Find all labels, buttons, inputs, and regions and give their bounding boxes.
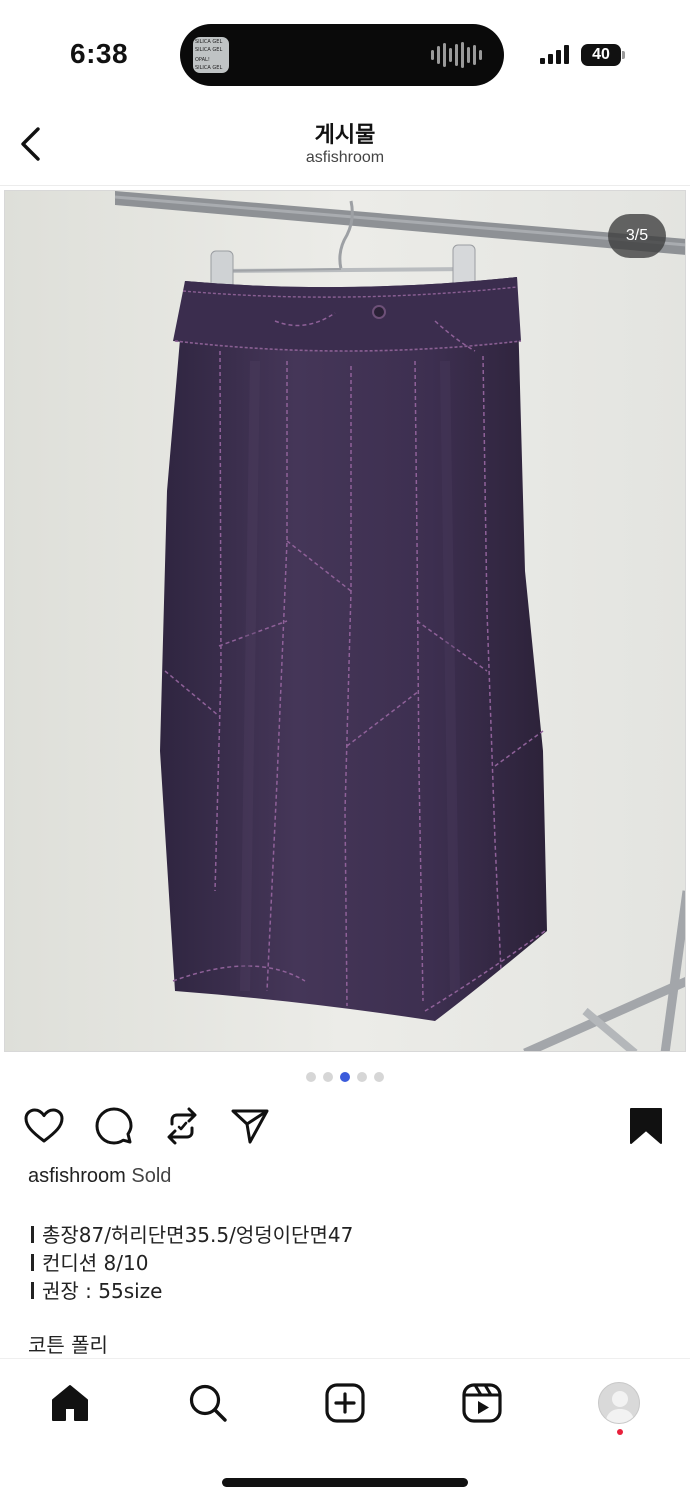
cellular-signal-icon — [540, 44, 569, 64]
post-image[interactable] — [4, 190, 686, 1052]
caption-bullet — [31, 1254, 34, 1271]
share-button[interactable] — [228, 1104, 272, 1148]
repost-icon — [167, 1107, 197, 1145]
comment-icon — [95, 1107, 133, 1145]
notification-dot — [617, 1429, 623, 1435]
nav-create[interactable] — [317, 1375, 373, 1431]
page-title: 게시물 — [314, 123, 376, 148]
post-header: 게시물 asfishroom — [0, 100, 690, 186]
nav-profile[interactable] — [591, 1375, 647, 1431]
caption-text: 총장87/허리단면35.5/엉덩이단면47 — [42, 1223, 354, 1247]
profile-avatar — [598, 1382, 640, 1424]
artwork-text-4: SILICA GEL — [195, 65, 223, 71]
artwork-text-1: SILICA GEL — [195, 39, 223, 45]
artwork-text-2: SILICA GEL — [195, 47, 223, 53]
caption-line-measurements: 총장87/허리단면35.5/엉덩이단면47 — [28, 1219, 353, 1248]
caption-status: Sold — [131, 1165, 172, 1187]
image-counter: 3/5 — [608, 214, 666, 258]
caption-username[interactable]: asfishroom — [28, 1165, 126, 1187]
carousel-dot-active — [340, 1072, 350, 1082]
reels-icon — [462, 1383, 502, 1423]
caption-line-size: 권장 : 55size — [28, 1275, 162, 1304]
caption-bullet — [31, 1226, 34, 1243]
create-icon — [325, 1383, 365, 1423]
search-icon — [189, 1384, 227, 1422]
comment-button[interactable] — [92, 1104, 136, 1148]
now-playing-artwork: SILICA GEL SILICA GEL OPAL! SILICA GEL — [193, 37, 229, 73]
carousel-dots — [0, 1072, 690, 1082]
save-button[interactable] — [624, 1104, 668, 1148]
audio-wave-icon — [431, 42, 482, 68]
skirt-photo — [5, 191, 685, 1051]
carousel-dot — [374, 1072, 384, 1082]
default-avatar-icon — [605, 1391, 635, 1423]
carousel-dot — [323, 1072, 333, 1082]
caption-line-condition: 컨디션 8/10 — [28, 1247, 148, 1276]
caption-text: 컨디션 8/10 — [42, 1251, 149, 1275]
battery-nub — [622, 51, 625, 59]
caption-bullet — [31, 1282, 34, 1299]
repost-button[interactable] — [160, 1104, 204, 1148]
caption-header: asfishroom Sold — [28, 1165, 171, 1188]
header-divider — [0, 185, 690, 186]
header-username[interactable]: asfishroom — [0, 149, 690, 167]
battery-indicator: 40 — [581, 44, 621, 66]
carousel-dot — [306, 1072, 316, 1082]
share-icon — [231, 1109, 269, 1144]
home-icon — [52, 1385, 88, 1421]
nav-home[interactable] — [42, 1375, 98, 1431]
home-indicator — [222, 1478, 468, 1487]
bookmark-icon — [630, 1108, 662, 1144]
nav-search[interactable] — [180, 1375, 236, 1431]
status-bar: 6:38 SILICA GEL SILICA GEL OPAL! SILICA … — [0, 0, 690, 100]
carousel-dot — [357, 1072, 367, 1082]
dynamic-island[interactable]: SILICA GEL SILICA GEL OPAL! SILICA GEL — [180, 24, 504, 86]
status-time: 6:38 — [70, 38, 129, 69]
artwork-text-3: OPAL! — [195, 57, 210, 63]
post-actions — [0, 1100, 690, 1150]
caption-text: 권장 : 55size — [42, 1279, 163, 1303]
nav-reels[interactable] — [454, 1375, 510, 1431]
caption-material: 코튼 폴리 — [28, 1333, 108, 1357]
like-button[interactable] — [22, 1104, 66, 1148]
heart-icon — [24, 1108, 64, 1143]
